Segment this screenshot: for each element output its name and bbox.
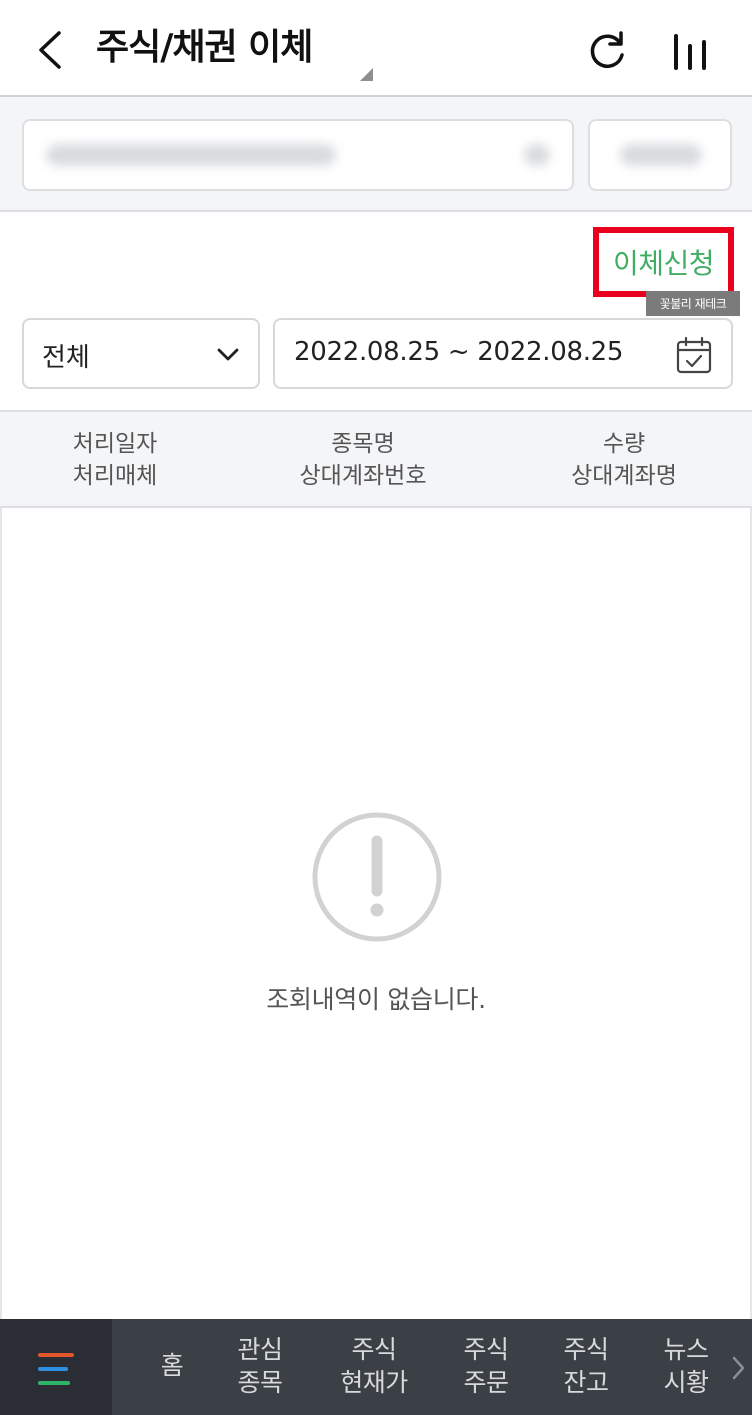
refresh-button[interactable] [584, 28, 630, 74]
nav-item-label: 시황 [663, 1368, 709, 1397]
account-selector-area [0, 97, 752, 212]
page-title: 주식/채권 이체 [96, 27, 313, 68]
nav-item-label: 현재가 [340, 1368, 408, 1397]
nav-item-current-price[interactable]: 주식 현재가 [322, 1333, 426, 1399]
column-header-line2: 처리매체 [72, 463, 158, 489]
account-password-field[interactable] [588, 119, 732, 191]
menu-icon [38, 1353, 74, 1385]
date-range-value: 2022.08.25 ~ 2022.08.25 [294, 337, 624, 367]
nav-item-watchlist[interactable]: 관심 종목 [222, 1333, 298, 1399]
watermark: 꽃불리 재테크 [646, 291, 740, 316]
column-header-line2: 상대계좌번호 [299, 463, 427, 489]
nav-item-label: 주식 [563, 1335, 609, 1364]
table-header: 처리일자 처리매체 종목명 상대계좌번호 수량 상대계좌명 [0, 410, 752, 508]
chevron-right-icon[interactable] [730, 1355, 746, 1381]
nav-item-label: 잔고 [563, 1368, 609, 1397]
back-button[interactable] [28, 26, 72, 74]
empty-state-message: 조회내역이 없습니다. [266, 985, 486, 1014]
transfer-request-highlight: 이체신청 [593, 227, 734, 297]
bottom-navigation: 홈 관심 종목 주식 현재가 주식 주문 주식 잔고 뉴스 시황 [0, 1319, 752, 1415]
blurred-account-arrow [524, 144, 550, 166]
nav-item-order[interactable]: 주식 주문 [446, 1333, 526, 1399]
title-dropdown-indicator[interactable] [360, 68, 373, 81]
nav-item-home[interactable]: 홈 [140, 1349, 204, 1382]
nav-item-news[interactable]: 뉴스 시황 [646, 1333, 726, 1399]
nav-item-label: 홈 [160, 1351, 184, 1380]
refresh-icon [590, 31, 624, 68]
type-filter-select[interactable]: 전체 [22, 318, 260, 389]
column-header-item-account: 종목명 상대계좌번호 [278, 428, 448, 492]
chart-button[interactable] [668, 30, 710, 72]
nav-item-label: 주식 [463, 1335, 509, 1364]
column-header-line2: 상대계좌명 [571, 463, 677, 489]
nav-item-balance[interactable]: 주식 잔고 [546, 1333, 626, 1399]
menu-button[interactable] [0, 1319, 112, 1415]
column-header-line1: 처리일자 [72, 431, 158, 457]
nav-item-label: 뉴스 [663, 1335, 709, 1364]
column-header-line1: 수량 [602, 431, 646, 457]
top-app-bar: 주식/채권 이체 [0, 0, 752, 97]
bar-chart-icon [674, 34, 706, 70]
nav-item-label: 관심 [237, 1335, 283, 1364]
blurred-password [620, 144, 702, 166]
chevron-down-icon [217, 348, 239, 361]
nav-item-label: 주식 [351, 1335, 397, 1364]
calendar-icon[interactable] [675, 335, 713, 375]
blurred-account-number [46, 144, 336, 166]
chevron-left-icon [39, 31, 61, 69]
transfer-request-button[interactable]: 이체신청 [613, 242, 715, 282]
nav-item-label: 주문 [463, 1368, 509, 1397]
account-select[interactable] [22, 119, 574, 191]
column-header-date-media: 처리일자 처리매체 [40, 428, 190, 492]
column-header-line1: 종목명 [331, 431, 395, 457]
column-header-qty-name: 수량 상대계좌명 [548, 428, 700, 492]
type-filter-value: 전체 [42, 343, 90, 373]
exclamation-circle-icon [312, 812, 442, 942]
date-range-field[interactable]: 2022.08.25 ~ 2022.08.25 [273, 318, 733, 389]
nav-item-label: 종목 [237, 1368, 283, 1397]
